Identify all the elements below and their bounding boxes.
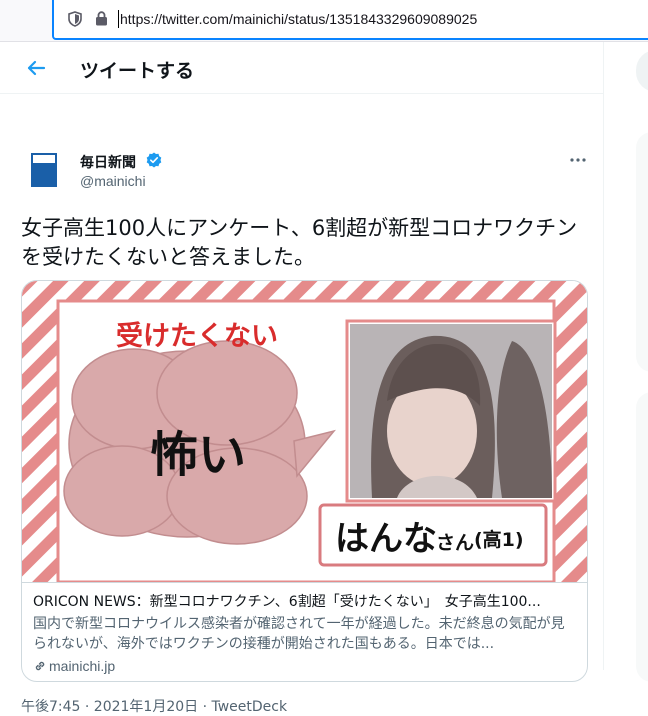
card-image[interactable]: 受けたくない 怖い はんな さん (高1) xyxy=(22,281,587,582)
browser-toolbar: https://twitter.com/mainichi/status/1351… xyxy=(0,0,648,42)
card-bubble-text: 怖い xyxy=(150,427,246,483)
card-grade-text: (高1) xyxy=(474,528,524,551)
card-description: 国内で新型コロナウイルス感染者が確認されて一年が経過した。未だ終息の気配が見られ… xyxy=(33,616,565,652)
page-header: ツイートする xyxy=(0,42,603,94)
card-domain[interactable]: mainichi.jp xyxy=(33,658,115,674)
link-icon xyxy=(35,661,45,671)
link-card[interactable]: 受けたくない 怖い はんな さん (高1) ORICON NEWS：新型コロナワ… xyxy=(21,280,588,682)
right-sidebar xyxy=(604,42,648,682)
card-domain-text: mainichi.jp xyxy=(49,658,116,674)
url-text[interactable]: https://twitter.com/mainichi/status/1351… xyxy=(120,11,477,27)
card-suffix-text: さん xyxy=(436,532,474,554)
more-options-icon[interactable] xyxy=(569,151,587,169)
search-box[interactable] xyxy=(636,50,648,92)
card-heading-text: 受けたくない xyxy=(116,320,278,352)
shield-icon[interactable] xyxy=(68,11,82,27)
verified-badge-icon xyxy=(146,152,162,168)
back-arrow-icon[interactable] xyxy=(24,56,48,80)
address-bar[interactable]: https://twitter.com/mainichi/status/1351… xyxy=(52,0,648,40)
sidebar-panel xyxy=(636,132,648,372)
card-name-text: はんな xyxy=(335,519,437,559)
author-handle[interactable]: @mainichi xyxy=(80,173,146,189)
page-title: ツイートする xyxy=(80,60,195,82)
card-meta[interactable]: ORICON NEWS：新型コロナワクチン、6割超「受けたくない」 女子高生10… xyxy=(22,582,587,681)
tweet-timestamp[interactable]: 午後7:45 · 2021年1月20日 · TweetDeck xyxy=(21,696,287,716)
author-name[interactable]: 毎日新聞 xyxy=(80,152,136,172)
lock-icon[interactable] xyxy=(95,11,108,26)
tweet-column: ツイートする 毎日新聞 @mainichi 女子高生100人にアンケート、6割超… xyxy=(0,42,604,715)
avatar[interactable] xyxy=(30,151,58,189)
text-caret xyxy=(118,10,119,28)
tweet-text: 女子高生100人にアンケート、6割超が新型コロナワクチンを受けたくないと答えまし… xyxy=(21,216,578,269)
card-title[interactable]: ORICON NEWS：新型コロナワクチン、6割超「受けたくない」 女子高生10… xyxy=(33,592,578,612)
sidebar-panel xyxy=(636,392,648,682)
